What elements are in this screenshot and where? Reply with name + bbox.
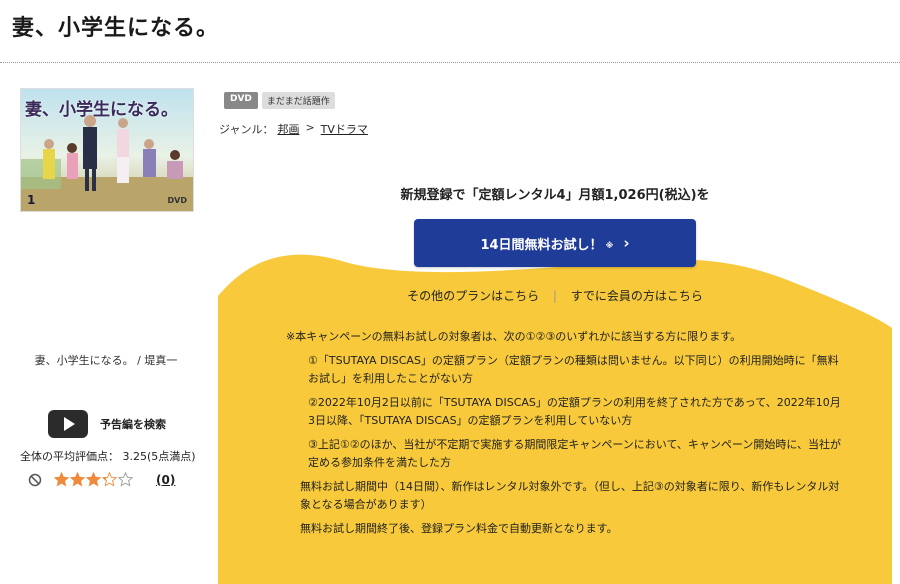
poster-title: 妻、小学生になる。	[25, 100, 178, 120]
play-icon	[48, 410, 88, 438]
terms-note: 無料お試し期間中（14日間）、新作はレンタル対象外です。（但し、上記③の対象者に…	[300, 480, 840, 511]
other-plans-link[interactable]: その他のプランはこちら	[407, 289, 539, 303]
terms-item: ①「TSUTAYA DISCAS」の定額プラン（定額プランの種類は問いません。以…	[308, 354, 839, 385]
title-cast-caption: 妻、小学生になる。 / 堤真一	[34, 354, 178, 367]
genre-label: ジャンル：	[219, 123, 274, 136]
no-entry-icon[interactable]	[28, 473, 42, 487]
existing-member-link[interactable]: すでに会員の方はこちら	[571, 289, 703, 303]
page-title: 妻、小学生になる。	[12, 16, 220, 41]
free-trial-button[interactable]: 14日間無料お試し！ ※ ›	[414, 219, 696, 267]
format-badge: DVD	[224, 92, 258, 109]
genre-link-tv-drama[interactable]: TVドラマ	[321, 121, 368, 137]
star-icon[interactable]	[102, 472, 117, 487]
star-icon[interactable]	[86, 472, 101, 487]
genre-breadcrumb: ジャンル： 邦画 > TVドラマ	[219, 121, 368, 137]
star-icon[interactable]	[70, 472, 85, 487]
link-separator: |	[552, 289, 557, 303]
terms-lead: ※本キャンペーンの無料お試しの対象者は、次の①②③のいずれかに該当する方に限りま…	[286, 330, 742, 343]
rating-row: (0)	[28, 472, 175, 487]
poster-format-mark: DVD	[167, 196, 187, 205]
badge-group: DVD まだまだ話題作	[224, 92, 335, 109]
genre-separator: >	[305, 121, 315, 134]
plan-links: その他のプランはこちら | すでに会員の方はこちら	[218, 287, 892, 304]
terms-item: ②2022年10月2日以前に「TSUTAYA DISCAS」の定額プランの利用を…	[308, 396, 841, 427]
star-rating[interactable]	[54, 472, 134, 487]
title-divider	[0, 62, 900, 63]
genre-link-hougaku[interactable]: 邦画	[277, 121, 299, 137]
terms-note: 無料お試し期間終了後、登録プラン料金で自動更新となります。	[300, 522, 618, 535]
trailer-search-label: 予告編を検索	[100, 418, 166, 431]
average-rating-text: 全体の平均評価点： 3.25(5点満点)	[20, 450, 196, 463]
trailer-search-button[interactable]: 予告編を検索	[48, 410, 166, 438]
topic-badge: まだまだ話題作	[261, 92, 335, 109]
star-icon[interactable]	[118, 472, 133, 487]
poster-volume: 1	[27, 193, 36, 207]
review-count-link[interactable]: (0)	[156, 473, 175, 487]
chevron-right-icon: ›	[623, 234, 630, 252]
dvd-poster[interactable]: 妻、小学生になる。 1 DVD	[20, 88, 194, 212]
star-icon[interactable]	[54, 472, 69, 487]
free-trial-note-mark: ※	[605, 240, 614, 250]
campaign-terms: ※本キャンペーンの無料お試しの対象者は、次の①②③のいずれかに該当する方に限りま…	[286, 328, 846, 544]
terms-item: ③上記①②のほか、当社が不定期で実施する期間限定キャンペーンにおいて、キャンペー…	[308, 438, 842, 469]
free-trial-label: 14日間無料お試し！	[480, 237, 603, 253]
campaign-headline: 新規登録で「定額レンタル4」月額1,026円(税込)を	[400, 188, 710, 203]
